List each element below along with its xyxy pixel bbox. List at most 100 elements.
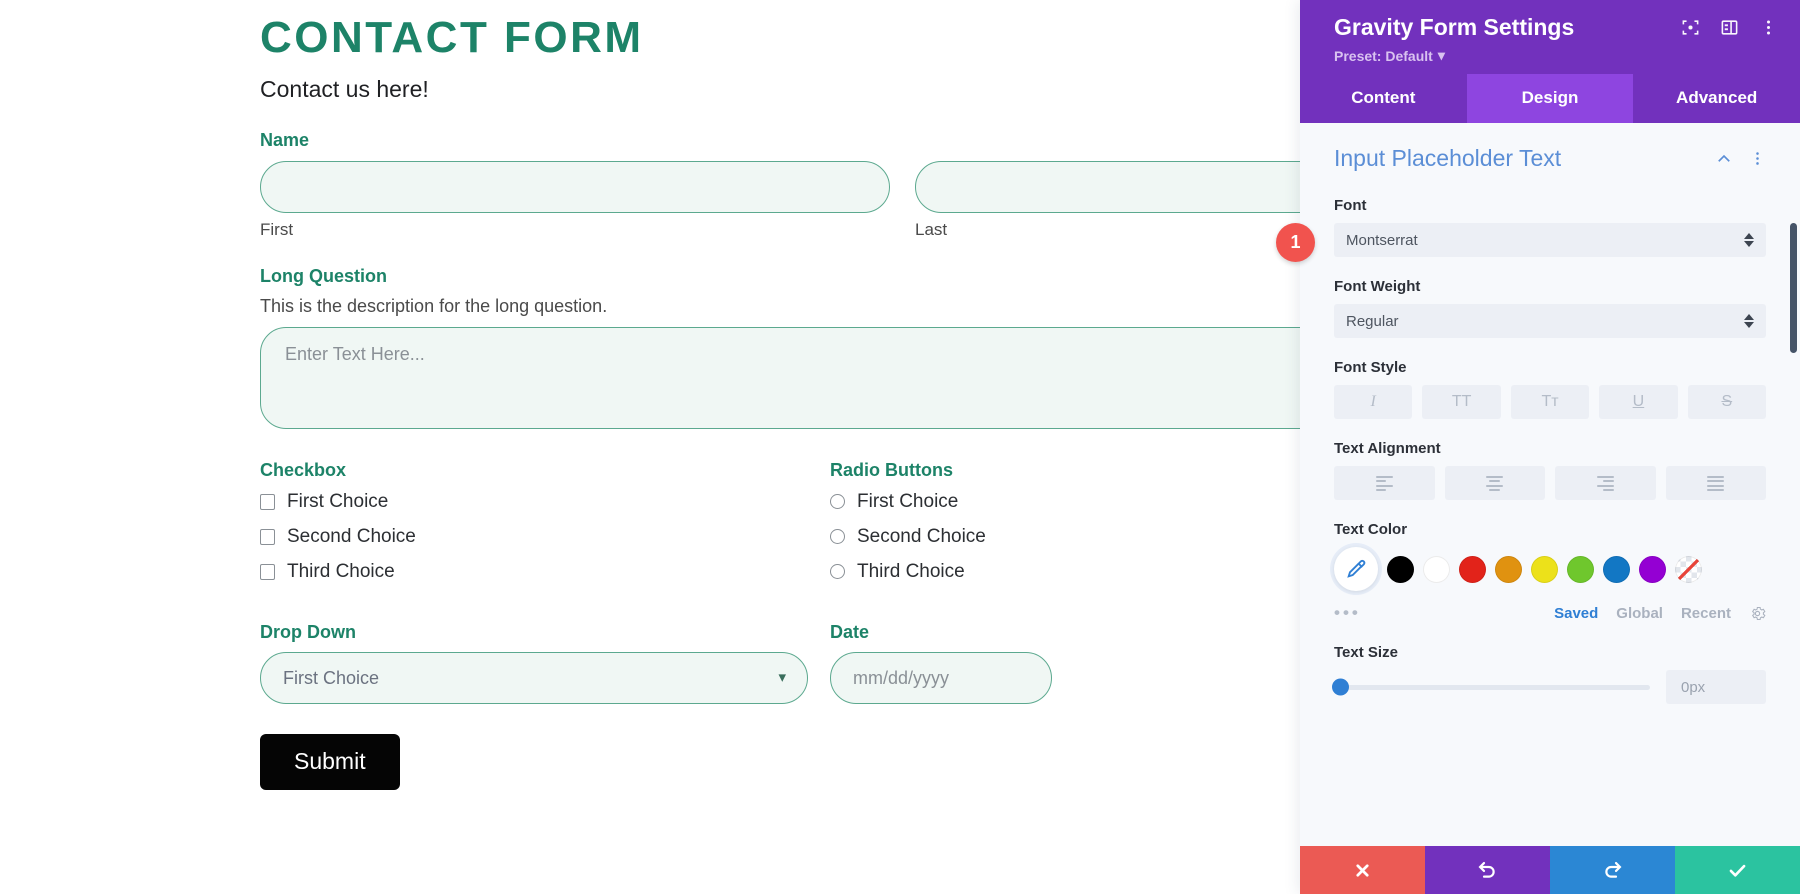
checkbox-box-icon[interactable] [260, 563, 275, 580]
layout-panel-icon[interactable] [1720, 18, 1739, 37]
checkbox-option[interactable]: Third Choice [260, 561, 830, 583]
tab-design[interactable]: Design [1466, 74, 1634, 124]
radio-option-label: Third Choice [857, 560, 965, 582]
field-checkbox: Checkbox First Choice Second Choice Thir… [260, 460, 830, 596]
font-weight-label: Font Weight [1334, 278, 1421, 296]
radio-option[interactable]: Third Choice [830, 561, 1300, 583]
panel-footer [1300, 846, 1800, 894]
redo-icon [1605, 861, 1622, 878]
date-input[interactable] [830, 652, 1052, 705]
checkbox-option[interactable]: First Choice [260, 491, 830, 513]
panel-scrollbar[interactable] [1790, 223, 1797, 354]
radio-circle-icon[interactable] [830, 564, 845, 580]
uppercase-button[interactable]: TT [1422, 385, 1501, 420]
status-badge[interactable]: 1 [1276, 223, 1315, 262]
align-left-icon [1375, 475, 1393, 492]
font-weight-select[interactable]: Regular [1334, 304, 1766, 339]
gear-icon[interactable] [1749, 605, 1766, 622]
align-right-button[interactable] [1555, 466, 1656, 501]
color-swatch-transparent[interactable] [1675, 555, 1702, 583]
field-name: Name First Last [260, 130, 1300, 240]
color-swatch-green[interactable] [1567, 555, 1594, 583]
color-swatch-yellow[interactable] [1531, 555, 1558, 583]
align-right-icon [1596, 475, 1614, 492]
undo-icon [1478, 861, 1495, 878]
checkbox-box-icon[interactable] [260, 528, 275, 545]
small-caps-button[interactable]: Tᴛ [1510, 385, 1590, 420]
radio-option[interactable]: Second Choice [830, 526, 1300, 548]
align-center-icon [1486, 475, 1504, 492]
panel-body: Input Placeholder Text Font Montserrat F… [1300, 123, 1800, 846]
cancel-button[interactable] [1300, 846, 1425, 894]
color-swatch-purple[interactable] [1639, 555, 1666, 583]
save-button[interactable] [1675, 846, 1800, 894]
field-label-date: Date [830, 621, 870, 642]
eyedropper-button[interactable] [1334, 547, 1378, 592]
dropdown-date-row: Drop Down ▾ Date [260, 622, 1300, 705]
checkbox-option-label: First Choice [287, 490, 389, 512]
preset-selector[interactable]: Preset: Default ▾ [1334, 47, 1574, 64]
control-text-color: Text Color ••• Saved Global Recent [1334, 521, 1766, 623]
text-size-slider-track[interactable] [1332, 678, 1650, 696]
checkbox-option[interactable]: Second Choice [260, 526, 830, 548]
chevron-up-icon[interactable] [1715, 150, 1733, 168]
control-text-size: Text Size 0px [1332, 644, 1766, 705]
color-swatch-blue[interactable] [1603, 555, 1630, 583]
submit-button[interactable]: Submit [260, 734, 400, 790]
redo-button[interactable] [1550, 846, 1675, 894]
section-header-input-placeholder-text[interactable]: Input Placeholder Text [1334, 123, 1766, 176]
last-name-input[interactable] [915, 160, 1300, 213]
color-swatch-orange[interactable] [1495, 555, 1522, 583]
eyedropper-icon [1347, 560, 1366, 579]
font-value: Montserrat [1346, 231, 1418, 249]
align-justify-button[interactable] [1665, 466, 1766, 501]
focus-target-icon[interactable] [1681, 18, 1700, 37]
color-tab-global[interactable]: Global [1616, 605, 1663, 622]
text-size-input[interactable]: 0px [1666, 670, 1766, 705]
underline-button[interactable]: U [1599, 385, 1678, 420]
tab-advanced[interactable]: Advanced [1633, 74, 1800, 123]
first-name-input[interactable] [260, 160, 890, 213]
font-label: Font [1334, 197, 1367, 215]
radio-option[interactable]: First Choice [830, 491, 1300, 513]
uppercase-icon: TT [1451, 393, 1472, 411]
align-center-button[interactable] [1444, 466, 1545, 501]
strikethrough-button[interactable]: S [1687, 385, 1767, 420]
underline-icon: U [1632, 393, 1645, 411]
font-select[interactable]: Montserrat [1334, 223, 1766, 258]
radio-circle-icon[interactable] [830, 494, 845, 510]
font-weight-value: Regular [1346, 312, 1399, 330]
italic-button[interactable]: I [1334, 385, 1413, 420]
undo-button[interactable] [1425, 846, 1550, 894]
long-question-textarea[interactable] [260, 327, 1300, 430]
chevron-down-icon: ▾ [1437, 47, 1445, 64]
color-tab-recent[interactable]: Recent [1681, 605, 1731, 622]
radio-option-label: Second Choice [857, 525, 986, 547]
color-swatch-red[interactable] [1459, 555, 1486, 583]
dropdown-select[interactable] [260, 652, 808, 705]
radio-circle-icon[interactable] [830, 529, 845, 545]
close-icon [1356, 863, 1369, 877]
app-root: CONTACT FORM Contact us here! Name First… [0, 0, 1800, 894]
field-description-long-question: This is the description for the long que… [260, 296, 608, 317]
color-swatch-black[interactable] [1387, 555, 1414, 583]
color-tab-saved[interactable]: Saved [1554, 605, 1598, 622]
more-colors-button[interactable]: ••• [1334, 603, 1361, 623]
kebab-menu-icon[interactable] [1749, 150, 1766, 167]
text-color-label: Text Color [1334, 521, 1408, 539]
strikethrough-icon: S [1721, 393, 1733, 411]
align-left-button[interactable] [1334, 466, 1435, 501]
form-preview-canvas: CONTACT FORM Contact us here! Name First… [0, 0, 1300, 894]
checkbox-box-icon[interactable] [260, 493, 275, 510]
field-label-radio: Radio Buttons [830, 460, 953, 481]
last-name-sublabel: Last [915, 219, 948, 239]
kebab-menu-icon[interactable] [1759, 18, 1778, 37]
font-style-label: Font Style [1334, 359, 1407, 377]
first-name-sublabel: First [260, 219, 294, 239]
tab-content[interactable]: Content [1300, 74, 1467, 123]
control-font-weight: Font Weight Regular [1334, 278, 1766, 339]
choices-row: Checkbox First Choice Second Choice Thir… [260, 460, 1300, 596]
color-swatch-white[interactable] [1423, 555, 1450, 583]
radio-option-label: First Choice [857, 490, 959, 512]
text-size-slider-knob[interactable] [1332, 678, 1349, 696]
